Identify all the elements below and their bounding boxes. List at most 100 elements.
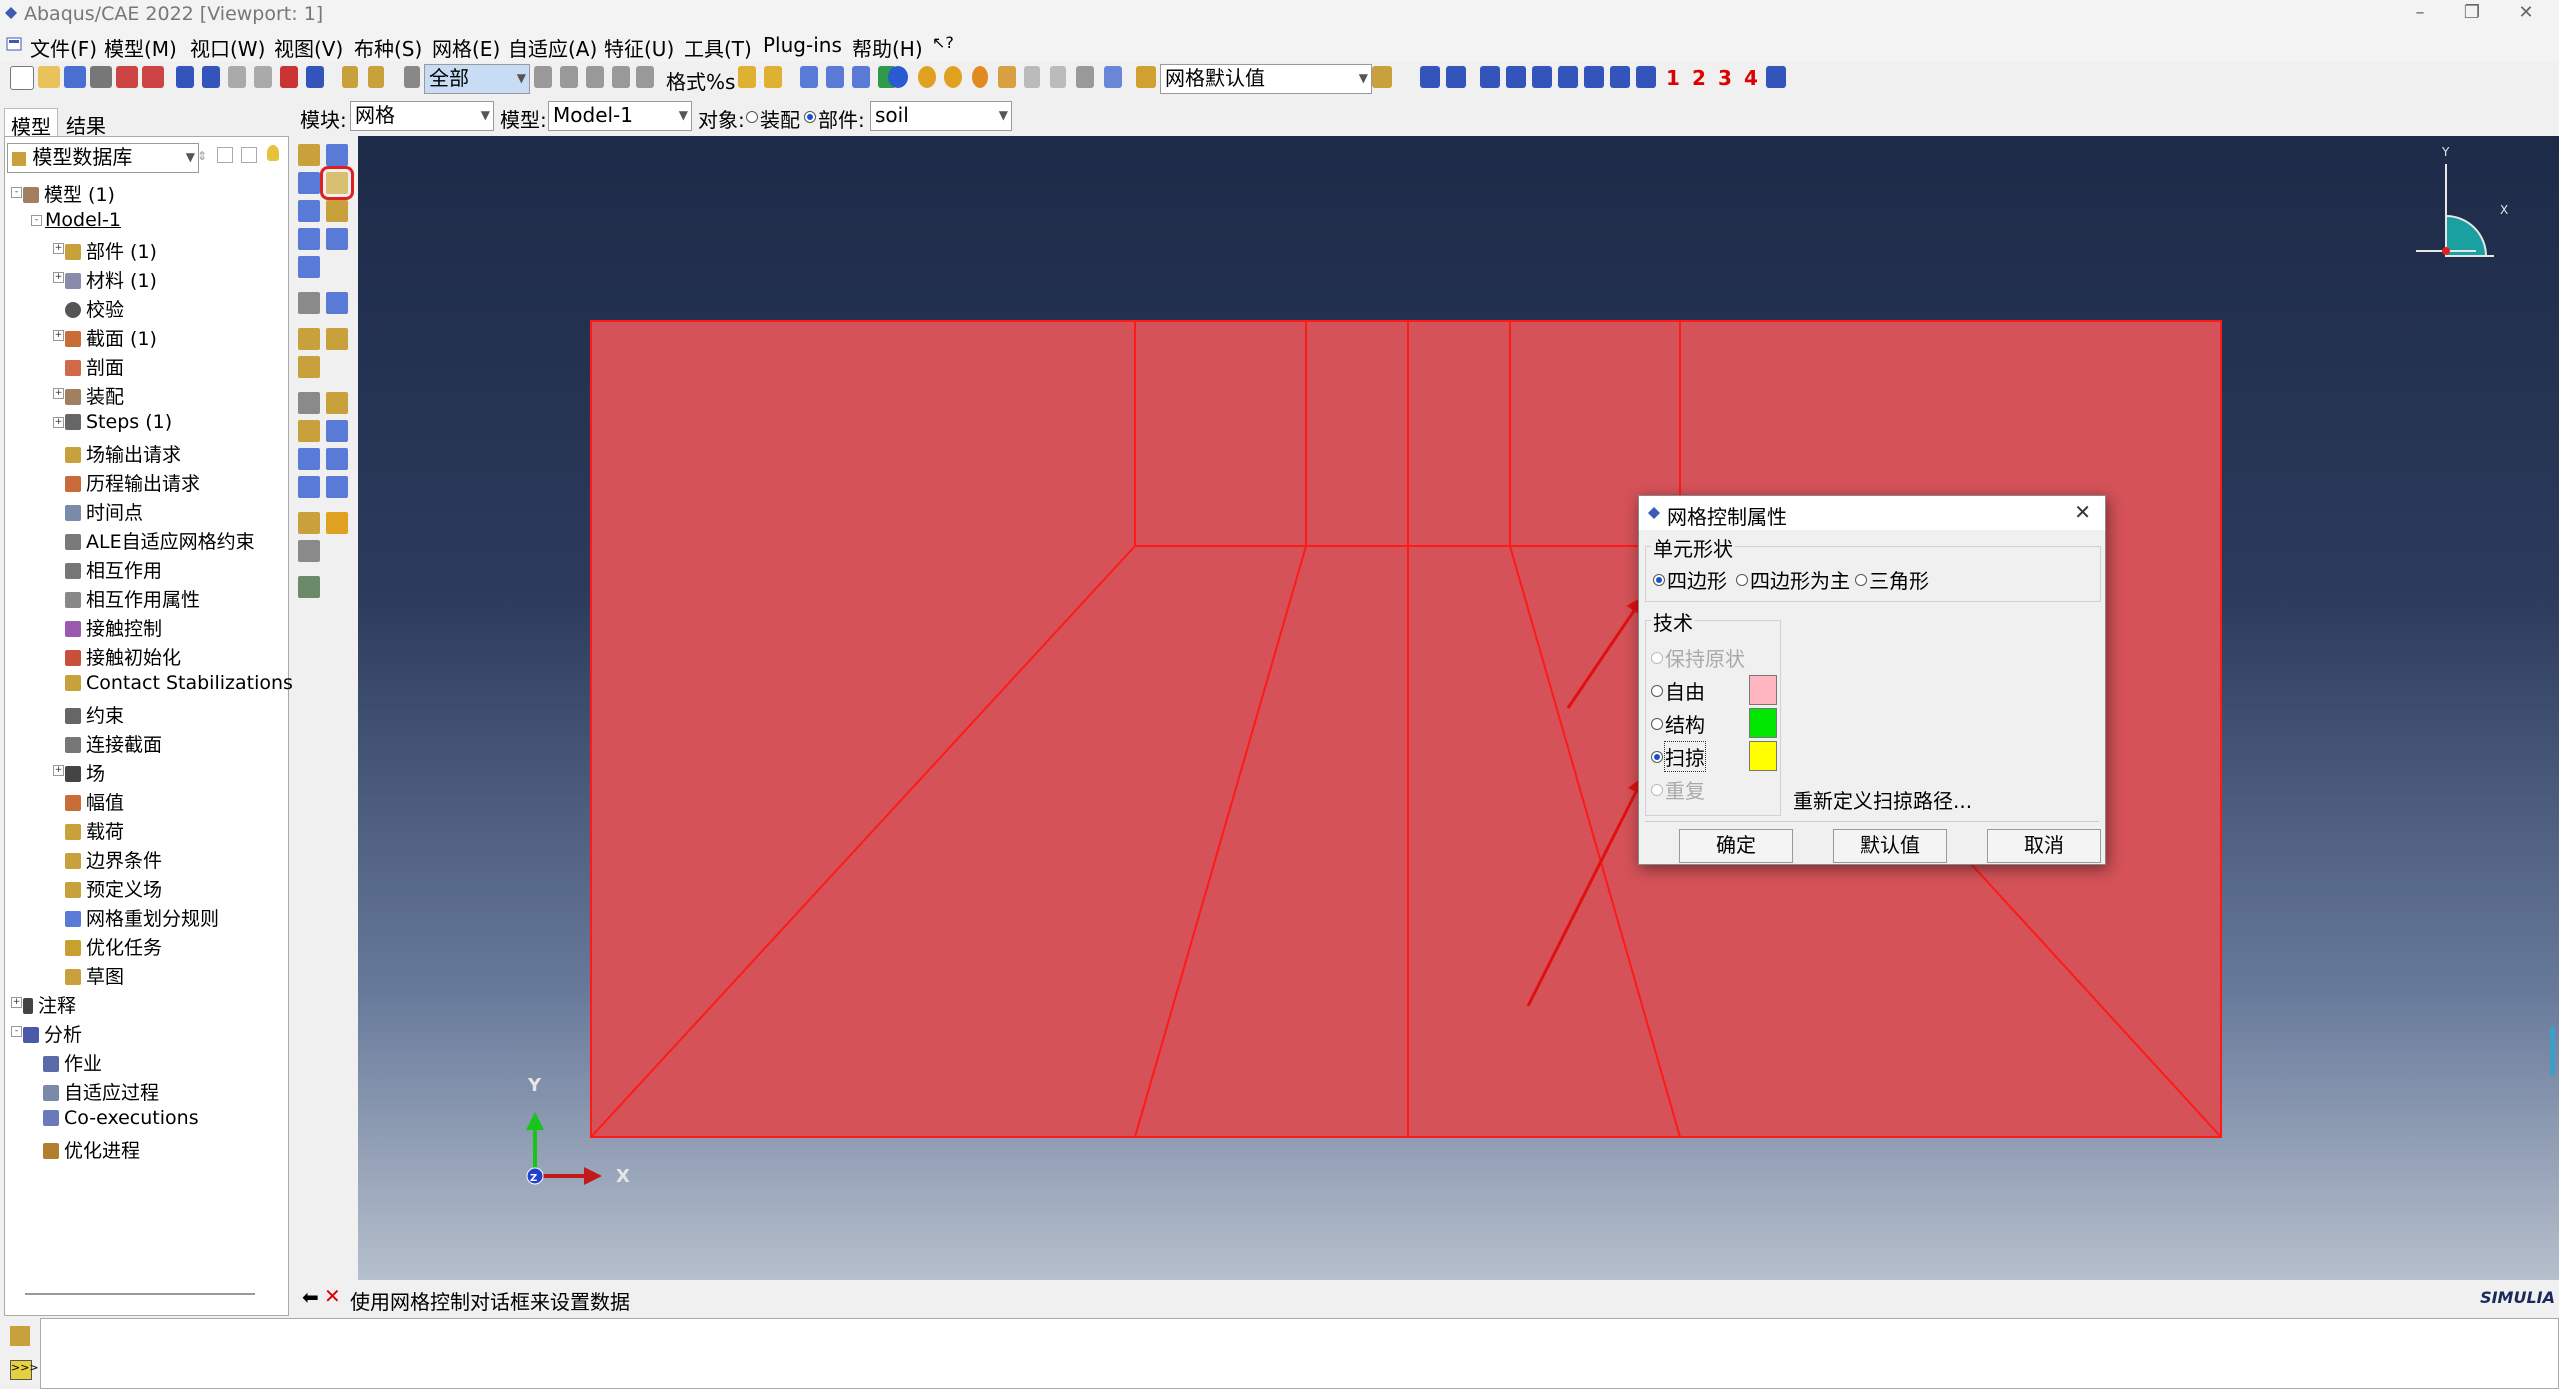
- delete-mesh-icon[interactable]: [298, 292, 320, 314]
- menu-model[interactable]: 模型(M): [104, 33, 177, 62]
- tree-analysis[interactable]: 分析: [23, 1020, 82, 1048]
- tech-as-is-radio[interactable]: [1651, 652, 1663, 664]
- pan-icon[interactable]: [176, 66, 194, 88]
- dialog-header[interactable]: 网格控制属性 ✕: [1639, 496, 2105, 530]
- tree-contact-initializations[interactable]: 接触初始化: [65, 643, 181, 671]
- tree-loads[interactable]: 载荷: [65, 817, 124, 845]
- shape-tri-radio[interactable]: [1855, 574, 1867, 586]
- seed-edge-icon[interactable]: [326, 144, 348, 166]
- system-menu-icon[interactable]: [6, 36, 22, 52]
- tree-filter-select[interactable]: 模型数据库 ▼: [7, 143, 199, 173]
- tree-materials[interactable]: 材料 (1): [65, 266, 157, 294]
- tree-predefined-fields[interactable]: 预定义场: [65, 875, 162, 903]
- tree-sketches[interactable]: 草图: [65, 962, 124, 990]
- shape-tri-label[interactable]: 三角形: [1869, 565, 1929, 594]
- tree-models-root[interactable]: 模型 (1): [23, 180, 115, 208]
- minimize-button[interactable]: –: [2400, 2, 2440, 26]
- tree-calibration[interactable]: 校验: [65, 295, 124, 323]
- expand-icon[interactable]: +: [53, 417, 64, 428]
- expand-icon[interactable]: +: [53, 243, 64, 254]
- info-icon[interactable]: [888, 66, 908, 88]
- tech-sweep-radio[interactable]: [1651, 751, 1663, 763]
- menu-view[interactable]: 视图(V): [274, 33, 343, 62]
- toolbar-misc-icon[interactable]: [1076, 66, 1094, 88]
- menu-adaptivity[interactable]: 自适应(A): [508, 33, 597, 62]
- mesh-region-icon[interactable]: [326, 228, 348, 250]
- mesh-controls-icon[interactable]: [298, 172, 320, 194]
- tree-constraints[interactable]: 约束: [65, 701, 124, 729]
- assembly-radio[interactable]: [746, 111, 758, 123]
- tree-model-1[interactable]: Model-1: [45, 209, 121, 237]
- mesh-stats-icon[interactable]: [326, 292, 348, 314]
- view-2-button[interactable]: 2: [1692, 66, 1706, 90]
- view-z-icon[interactable]: [1532, 66, 1552, 88]
- menu-file[interactable]: 文件(F): [30, 33, 97, 62]
- view-custom-icon[interactable]: [1766, 66, 1786, 88]
- expand-icon[interactable]: +: [53, 330, 64, 341]
- select-mode3-icon[interactable]: [586, 66, 604, 88]
- geometry-edit-icon[interactable]: [298, 420, 320, 442]
- menu-plugins[interactable]: Plug-ins: [763, 33, 842, 57]
- mesh-defaults-select[interactable]: 网格默认值 ▼: [1160, 64, 1372, 94]
- view-nx-icon[interactable]: [1558, 66, 1578, 88]
- module-select[interactable]: 网格 ▼: [350, 101, 494, 131]
- zoom-box-icon[interactable]: [254, 66, 272, 88]
- mesh-canvas[interactable]: Y X Y X Z: [358, 136, 2559, 1280]
- tree-adaptivity-processes[interactable]: 自适应过程: [43, 1078, 159, 1106]
- magnify-icon[interactable]: [228, 66, 246, 88]
- view-persp-icon[interactable]: [1636, 66, 1656, 88]
- mesh-view-icon[interactable]: [800, 66, 818, 88]
- view-x-icon[interactable]: [1480, 66, 1500, 88]
- tree-remeshing-rules[interactable]: 网格重划分规则: [65, 904, 219, 932]
- select-arrow-icon[interactable]: [404, 66, 420, 88]
- tree-steps[interactable]: Steps (1): [65, 411, 172, 439]
- edit-mesh-icon[interactable]: [298, 392, 320, 414]
- menu-help[interactable]: 帮助(H): [852, 33, 923, 62]
- part-icon[interactable]: [116, 66, 138, 88]
- mesh-part-icon[interactable]: [298, 228, 320, 250]
- tree-interaction-properties[interactable]: 相互作用属性: [65, 585, 200, 613]
- view-y-icon[interactable]: [1506, 66, 1526, 88]
- render-style2-icon[interactable]: [944, 66, 962, 88]
- render-style3-icon[interactable]: [972, 66, 988, 88]
- display-icon[interactable]: [1104, 66, 1122, 88]
- fit-view-icon[interactable]: [280, 66, 298, 88]
- tech-repeat-label[interactable]: 重复: [1665, 775, 1705, 804]
- undo-icon[interactable]: [1024, 66, 1040, 88]
- tree-contact-controls[interactable]: 接触控制: [65, 614, 162, 642]
- view-front-icon[interactable]: [1446, 66, 1466, 88]
- view-4-button[interactable]: 4: [1744, 66, 1758, 90]
- cancel-button[interactable]: 取消: [1987, 829, 2101, 863]
- tree-boundary-conditions[interactable]: 边界条件: [65, 846, 162, 874]
- print-icon[interactable]: [90, 66, 112, 88]
- select-mode2-icon[interactable]: [560, 66, 578, 88]
- tree-optimization-tasks[interactable]: 优化任务: [65, 933, 162, 961]
- save-icon[interactable]: [64, 66, 86, 88]
- tree-fields[interactable]: 场: [65, 759, 105, 787]
- virtual-topology-icon[interactable]: [298, 356, 320, 378]
- view-3-button[interactable]: 3: [1718, 66, 1732, 90]
- tech-free-label[interactable]: 自由: [1665, 676, 1705, 705]
- tree-amplitudes[interactable]: 幅值: [65, 788, 124, 816]
- render-icon[interactable]: [738, 66, 756, 88]
- query2-icon[interactable]: [368, 66, 384, 88]
- tech-repeat-radio[interactable]: [1651, 784, 1663, 796]
- format-label[interactable]: 格式%s: [666, 66, 735, 95]
- datum4-icon[interactable]: [326, 476, 348, 498]
- refresh-icon[interactable]: [298, 540, 320, 562]
- expand-icon[interactable]: -: [11, 1026, 22, 1037]
- tree-sections[interactable]: 截面 (1): [65, 324, 157, 352]
- new-icon[interactable]: [10, 66, 34, 90]
- menu-seed[interactable]: 布种(S): [354, 33, 422, 62]
- viewport-scroll-handle[interactable]: [2550, 1026, 2555, 1076]
- adaptive2-icon[interactable]: [326, 512, 348, 534]
- rotate-icon[interactable]: [202, 66, 220, 88]
- defaults-button[interactable]: 默认值: [1833, 829, 1947, 863]
- tree-scrollbar[interactable]: [25, 1293, 255, 1295]
- cancel-prompt-icon[interactable]: ✕: [324, 1284, 341, 1308]
- part-radio[interactable]: [804, 111, 816, 123]
- view-ny-icon[interactable]: [1584, 66, 1604, 88]
- tree-optimization-processes[interactable]: 优化进程: [43, 1136, 140, 1164]
- shape-quad-radio[interactable]: [1653, 574, 1665, 586]
- back-arrow-icon[interactable]: ⬅: [302, 1285, 319, 1309]
